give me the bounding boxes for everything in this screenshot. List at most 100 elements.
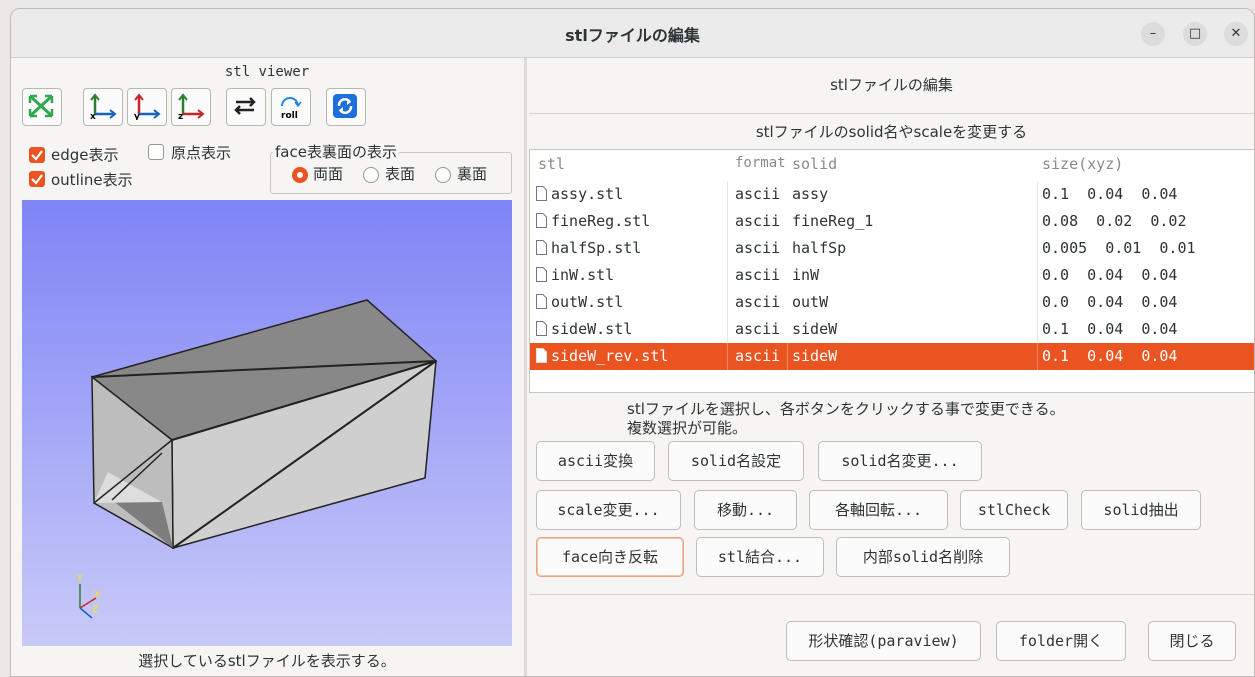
cell-size: 0.1 0.04 0.04 [1042, 185, 1178, 203]
column-divider [1037, 343, 1038, 370]
column-divider [727, 262, 728, 289]
stl-3d-viewport[interactable]: Y X Z [22, 200, 512, 646]
close-button[interactable]: 閉じる [1148, 621, 1236, 661]
solid-extract-button[interactable]: solid抽出 [1081, 490, 1201, 530]
svg-text:roll: roll [281, 111, 298, 120]
column-header-format[interactable]: format [735, 155, 786, 171]
swap-icon [234, 97, 256, 115]
column-divider [1037, 235, 1038, 262]
paraview-check-button[interactable]: 形状確認(paraview) [786, 621, 981, 661]
z-axis-view-button[interactable]: z [171, 88, 211, 126]
maximize-button[interactable]: □ [1183, 22, 1207, 46]
cell-size: 0.005 0.01 0.01 [1042, 239, 1196, 257]
table-row[interactable]: sideW.stl ascii sideW 0.1 0.04 0.04 [530, 316, 1254, 343]
file-icon [536, 240, 547, 255]
table-row[interactable]: inW.stl ascii inW 0.0 0.04 0.04 [530, 262, 1254, 289]
column-divider [727, 208, 728, 235]
column-header-size[interactable]: size(xyz) [1042, 155, 1123, 173]
move-button[interactable]: 移動... [694, 490, 797, 530]
file-icon [536, 321, 547, 336]
column-divider [787, 343, 788, 370]
column-header-stl[interactable]: stl [538, 155, 565, 173]
editor-pane: stlファイルの編集 stlファイルのsolid名やscaleを変更する stl… [529, 58, 1254, 676]
svg-text:Y: Y [76, 574, 83, 584]
edge-checkbox[interactable] [29, 147, 45, 163]
svg-text:X: X [94, 590, 100, 600]
cell-solid: inW [792, 266, 820, 284]
axis-rotate-button[interactable]: 各軸回転... [809, 490, 948, 530]
editor-subtitle: stlファイルのsolid名やscaleを変更する [755, 123, 1028, 141]
face-flip-button[interactable]: face向き反転 [536, 537, 684, 577]
column-divider [1037, 289, 1038, 316]
table-row[interactable]: halfSp.stl ascii halfSp 0.005 0.01 0.01 [530, 235, 1254, 262]
table-row-selected[interactable]: sideW_rev.stl ascii sideW 0.1 0.04 0.04 [530, 343, 1254, 370]
cell-format: ascii [735, 320, 781, 338]
cell-size: 0.1 0.04 0.04 [1042, 320, 1178, 338]
stl-merge-button[interactable]: stl結合... [696, 537, 824, 577]
x-axis-view-button[interactable]: x [83, 88, 123, 126]
outline-label: outline表示 [51, 171, 133, 189]
delete-inner-solid-button[interactable]: 内部solid名削除 [836, 537, 1010, 577]
separator [529, 594, 1254, 595]
pane-divider[interactable] [524, 58, 527, 676]
table-row[interactable]: fineReg.stl ascii fineReg_1 0.08 0.02 0.… [530, 208, 1254, 235]
cell-solid: assy [792, 185, 829, 203]
origin-label: 原点表示 [171, 144, 232, 162]
file-icon [536, 294, 547, 309]
x-axis-view-icon: x [90, 93, 117, 120]
file-icon [536, 186, 547, 201]
svg-text:Z: Z [92, 605, 98, 615]
stl-model-render: Y X Z [76, 299, 438, 619]
face-group-label: face表裏面の表示 [273, 141, 399, 162]
radio-back-label: 裏面 [457, 165, 488, 183]
minimize-button[interactable]: – [1141, 22, 1165, 46]
app-window: stlファイルの編集 – □ ✕ stl viewer x y z roll e… [10, 8, 1255, 677]
cell-stl: halfSp.stl [551, 239, 642, 257]
y-axis-view-button[interactable]: y [127, 88, 167, 126]
outline-checkbox[interactable] [29, 171, 45, 187]
file-icon [536, 213, 547, 228]
origin-checkbox[interactable] [148, 144, 164, 160]
cell-size: 0.0 0.04 0.04 [1042, 266, 1178, 284]
ascii-convert-button[interactable]: ascii変換 [536, 441, 655, 481]
stlcheck-button[interactable]: stlCheck [960, 490, 1068, 530]
close-window-button[interactable]: ✕ [1224, 22, 1248, 46]
column-divider [727, 316, 728, 343]
fit-view-button[interactable] [22, 88, 62, 126]
viewer-footer: 選択しているstlファイルを表示する。 [138, 652, 396, 670]
solid-name-change-button[interactable]: solid名変更... [818, 441, 982, 481]
y-axis-view-icon: y [134, 93, 161, 120]
cell-stl: outW.stl [551, 293, 624, 311]
instruction-line-1: stlファイルを選択し、各ボタンをクリックする事で変更できる。 [627, 400, 1065, 418]
stl-file-table[interactable]: stl format solid size(xyz) assy.stl asci… [529, 149, 1254, 393]
radio-front-label: 表面 [385, 165, 416, 183]
cell-solid: outW [792, 293, 829, 311]
radio-both-label: 両面 [313, 165, 344, 183]
table-row[interactable]: outW.stl ascii outW 0.0 0.04 0.04 [530, 289, 1254, 316]
file-icon [536, 267, 547, 282]
radio-both-faces[interactable] [292, 167, 308, 183]
radio-back-face[interactable] [435, 167, 451, 183]
column-divider [727, 289, 728, 316]
solid-name-set-button[interactable]: solid名設定 [668, 441, 804, 481]
window-title: stlファイルの編集 [565, 26, 700, 45]
folder-open-button[interactable]: folder開く [996, 621, 1126, 661]
cell-format: ascii [735, 239, 781, 257]
column-divider [727, 181, 728, 208]
cell-size: 0.08 0.02 0.02 [1042, 212, 1187, 230]
editor-title: stlファイルの編集 [830, 76, 953, 94]
radio-front-face[interactable] [363, 167, 379, 183]
roll-button[interactable]: roll [271, 88, 311, 126]
table-row[interactable]: assy.stl ascii assy 0.1 0.04 0.04 [530, 181, 1254, 208]
column-header-solid[interactable]: solid [792, 155, 837, 173]
refresh-button[interactable] [326, 88, 366, 126]
svg-text:z: z [178, 112, 183, 120]
cell-size: 0.0 0.04 0.04 [1042, 293, 1178, 311]
cell-stl: fineReg.stl [551, 212, 651, 230]
scale-change-button[interactable]: scale変更... [536, 490, 681, 530]
roll-icon: roll [281, 97, 302, 120]
cell-solid: fineReg_1 [792, 212, 874, 230]
svg-text:x: x [90, 112, 96, 120]
swap-view-button[interactable] [226, 88, 266, 126]
column-divider [1037, 316, 1038, 343]
